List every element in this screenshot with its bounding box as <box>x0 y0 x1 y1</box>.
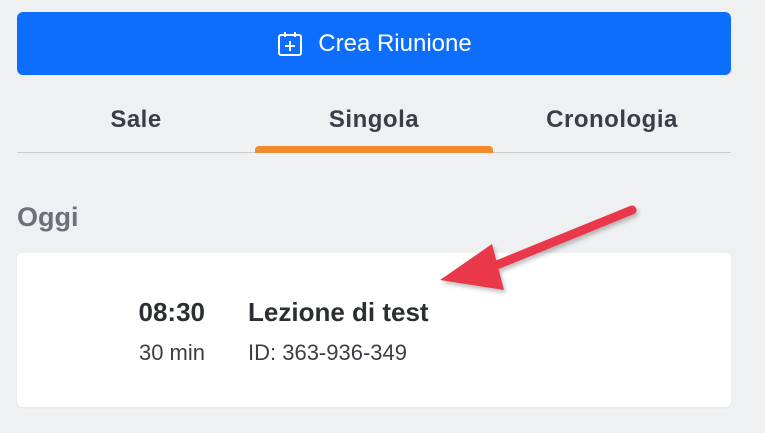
tab-sale[interactable]: Sale <box>17 88 255 152</box>
meeting-time: 08:30 <box>138 297 206 327</box>
create-meeting-label: Crea Riunione <box>318 29 472 57</box>
tab-label: Sale <box>110 106 162 133</box>
meeting-title: Lezione di test <box>248 297 429 327</box>
tab-label: Cronologia <box>546 106 678 133</box>
meeting-duration: 30 min <box>138 340 205 365</box>
section-title: Oggi <box>17 202 79 232</box>
active-tab-indicator <box>255 146 493 153</box>
tab-label: Singola <box>328 106 420 133</box>
tab-cronologia[interactable]: Cronologia <box>493 88 731 152</box>
meeting-tabs: Sale Singola Cronologia <box>17 88 731 153</box>
create-meeting-button[interactable]: Crea Riunione <box>17 12 731 75</box>
meeting-card[interactable]: 08:30 30 min Lezione di test ID: 363-936… <box>17 253 731 407</box>
calendar-add-icon <box>276 30 304 58</box>
meeting-id: ID: 363-936-349 <box>248 340 407 365</box>
tab-singola[interactable]: Singola <box>255 88 493 153</box>
